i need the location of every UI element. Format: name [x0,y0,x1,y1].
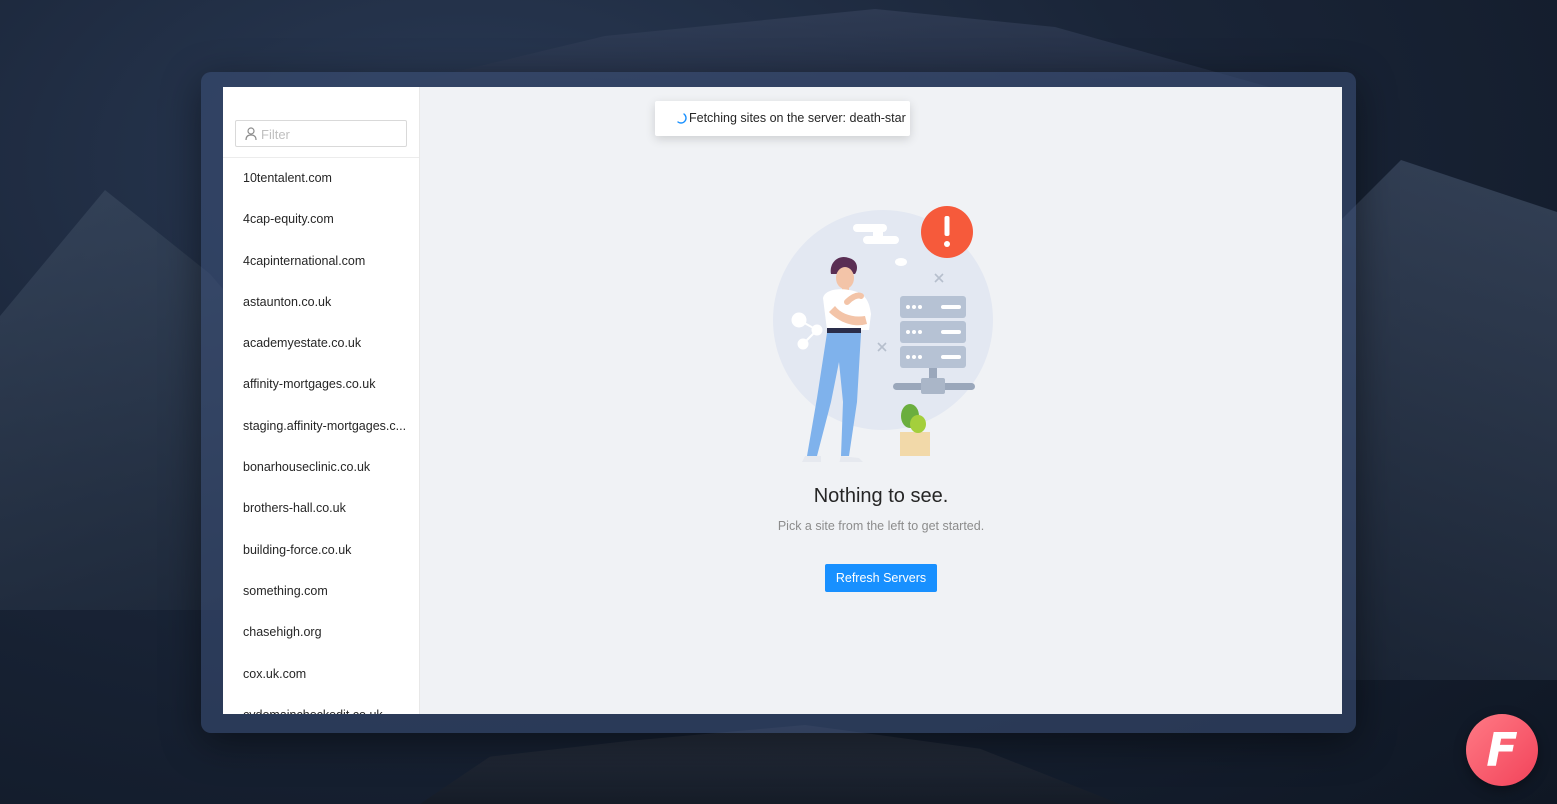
desktop-rocks [420,725,1120,804]
main-panel: Fetching sites on the server: death-star [420,87,1342,714]
site-list-item[interactable]: 4capinternational.com [223,241,419,282]
logo-letter: F [1486,723,1518,777]
site-list-item[interactable]: staging.affinity-mortgages.c... [223,406,419,447]
site-list-item[interactable]: something.com [223,571,419,612]
toast-message: Fetching sites on the server: death-star [689,111,906,125]
site-list-item[interactable]: cydomaincheckedit.co.uk [223,695,419,714]
site-list-item[interactable]: 10tentalent.com [223,158,419,199]
site-list-item[interactable]: bonarhouseclinic.co.uk [223,447,419,488]
refresh-servers-button[interactable]: Refresh Servers [825,564,937,592]
filter-field[interactable] [235,120,407,147]
site-list-item[interactable]: cox.uk.com [223,654,419,695]
site-list-item[interactable]: brothers-hall.co.uk [223,488,419,529]
empty-state-illustration [773,206,993,462]
empty-state-subtitle: Pick a site from the left to get started… [777,519,985,533]
sidebar: 10tentalent.com4cap-equity.com4capintern… [223,87,420,714]
filter-input[interactable] [261,124,401,144]
app-logo[interactable]: F [1466,714,1538,786]
empty-state-title: Nothing to see. [813,485,949,507]
filter-bar [223,87,419,158]
user-icon [245,127,257,141]
site-list-item[interactable]: astaunton.co.uk [223,282,419,323]
site-list: 10tentalent.com 4cap-equity.com 4capintern… [223,158,419,714]
site-list-item[interactable]: chasehigh.org [223,612,419,653]
site-list-item[interactable]: academyestate.co.uk [223,323,419,364]
loading-spinner-icon [677,113,687,124]
app-window: 10tentalent.com4cap-equity.com4capintern… [223,87,1342,714]
loading-toast: Fetching sites on the server: death-star [655,101,910,136]
site-list-item[interactable]: building-force.co.uk [223,530,419,571]
site-list-item[interactable]: 4cap-equity.com [223,199,419,240]
alert-icon [921,206,973,258]
site-list-item[interactable]: affinity-mortgages.co.uk [223,364,419,405]
